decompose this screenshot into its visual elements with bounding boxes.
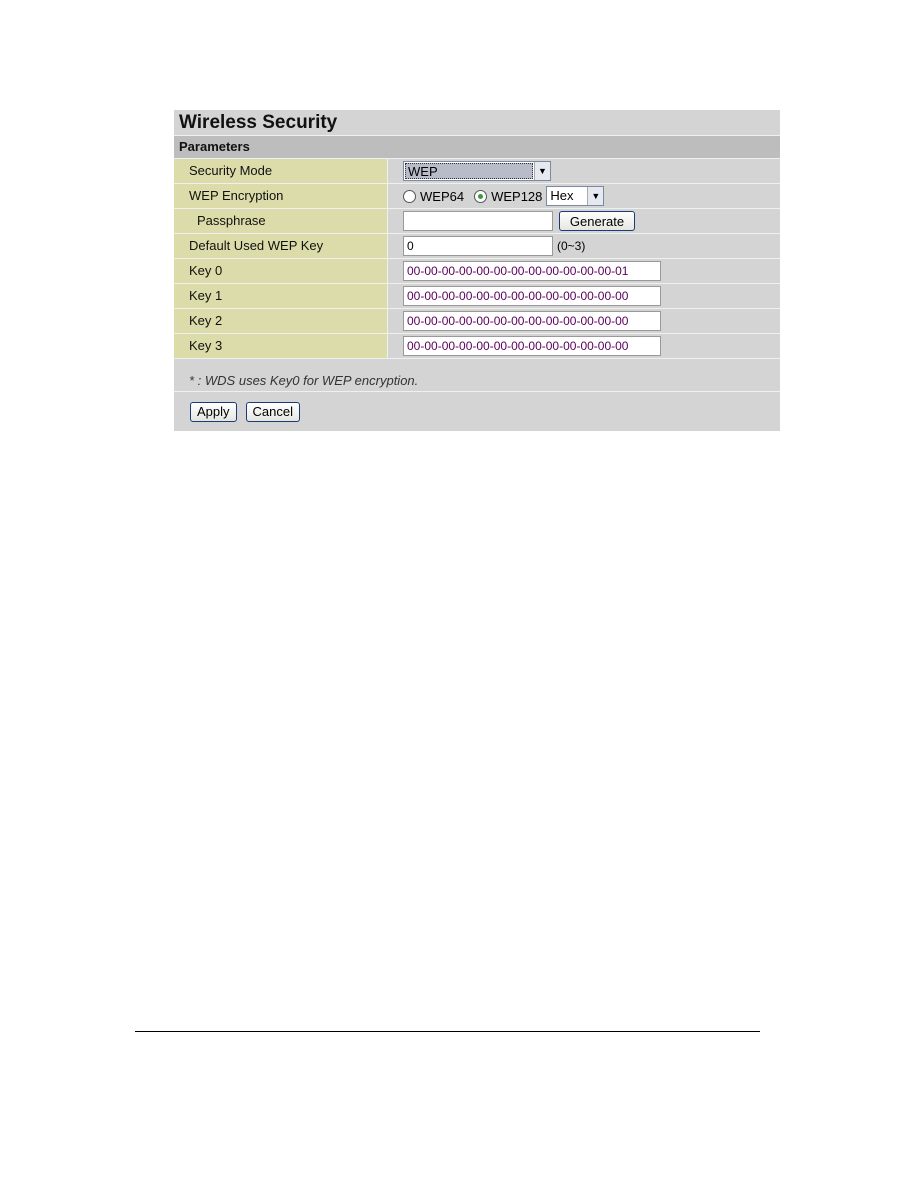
key-2-row: Key 2 00-00-00-00-00-00-00-00-00-00-00-0…: [174, 309, 780, 334]
wep-encryption-row: WEP Encryption WEP64 WEP128 Hex ▼: [174, 184, 780, 209]
section-header: Parameters: [174, 136, 780, 159]
passphrase-row: Passphrase Generate: [174, 209, 780, 234]
key-0-label: Key 0: [174, 259, 388, 283]
key-3-label: Key 3: [174, 334, 388, 358]
key-3-input[interactable]: 00-00-00-00-00-00-00-00-00-00-00-00-00: [403, 336, 661, 356]
chevron-down-icon: ▼: [587, 187, 604, 205]
passphrase-input[interactable]: [403, 211, 553, 231]
key-1-input[interactable]: 00-00-00-00-00-00-00-00-00-00-00-00-00: [403, 286, 661, 306]
chevron-down-icon: ▼: [534, 162, 550, 180]
key-3-row: Key 3 00-00-00-00-00-00-00-00-00-00-00-0…: [174, 334, 780, 359]
security-mode-label: Security Mode: [174, 159, 388, 183]
key-format-value: Hex: [550, 188, 574, 203]
key-2-input[interactable]: 00-00-00-00-00-00-00-00-00-00-00-00-00: [403, 311, 661, 331]
default-key-label: Default Used WEP Key: [174, 234, 388, 258]
key-0-row: Key 0 00-00-00-00-00-00-00-00-00-00-00-0…: [174, 259, 780, 284]
security-mode-value: WEP: [405, 163, 533, 179]
security-mode-select[interactable]: WEP ▼: [403, 161, 551, 181]
wep128-label: WEP128: [491, 188, 543, 204]
security-mode-row: Security Mode WEP ▼: [174, 159, 780, 184]
page-title: Wireless Security: [174, 110, 780, 136]
wep128-radio[interactable]: [474, 189, 488, 203]
wep64-label: WEP64: [420, 188, 465, 204]
default-key-hint: (0~3): [557, 239, 586, 253]
wep64-radio[interactable]: [403, 189, 416, 203]
key-2-label: Key 2: [174, 309, 388, 333]
apply-button[interactable]: Apply: [190, 401, 237, 422]
wds-note: * : WDS uses Key0 for WEP encryption.: [174, 359, 780, 392]
key-1-row: Key 1 00-00-00-00-00-00-00-00-00-00-00-0…: [174, 284, 780, 309]
key-format-select[interactable]: Hex ▼: [546, 186, 605, 206]
generate-button[interactable]: Generate: [559, 211, 635, 231]
wep-encryption-label: WEP Encryption: [174, 184, 388, 208]
key-1-label: Key 1: [174, 284, 388, 308]
default-key-input[interactable]: 0: [403, 236, 553, 256]
footer-divider: [135, 1031, 760, 1032]
default-key-row: Default Used WEP Key 0 (0~3): [174, 234, 780, 259]
passphrase-label: Passphrase: [174, 209, 388, 233]
wireless-security-panel: Wireless Security Parameters Security Mo…: [174, 110, 780, 431]
cancel-button[interactable]: Cancel: [245, 401, 300, 422]
key-0-input[interactable]: 00-00-00-00-00-00-00-00-00-00-00-00-01: [403, 261, 661, 281]
